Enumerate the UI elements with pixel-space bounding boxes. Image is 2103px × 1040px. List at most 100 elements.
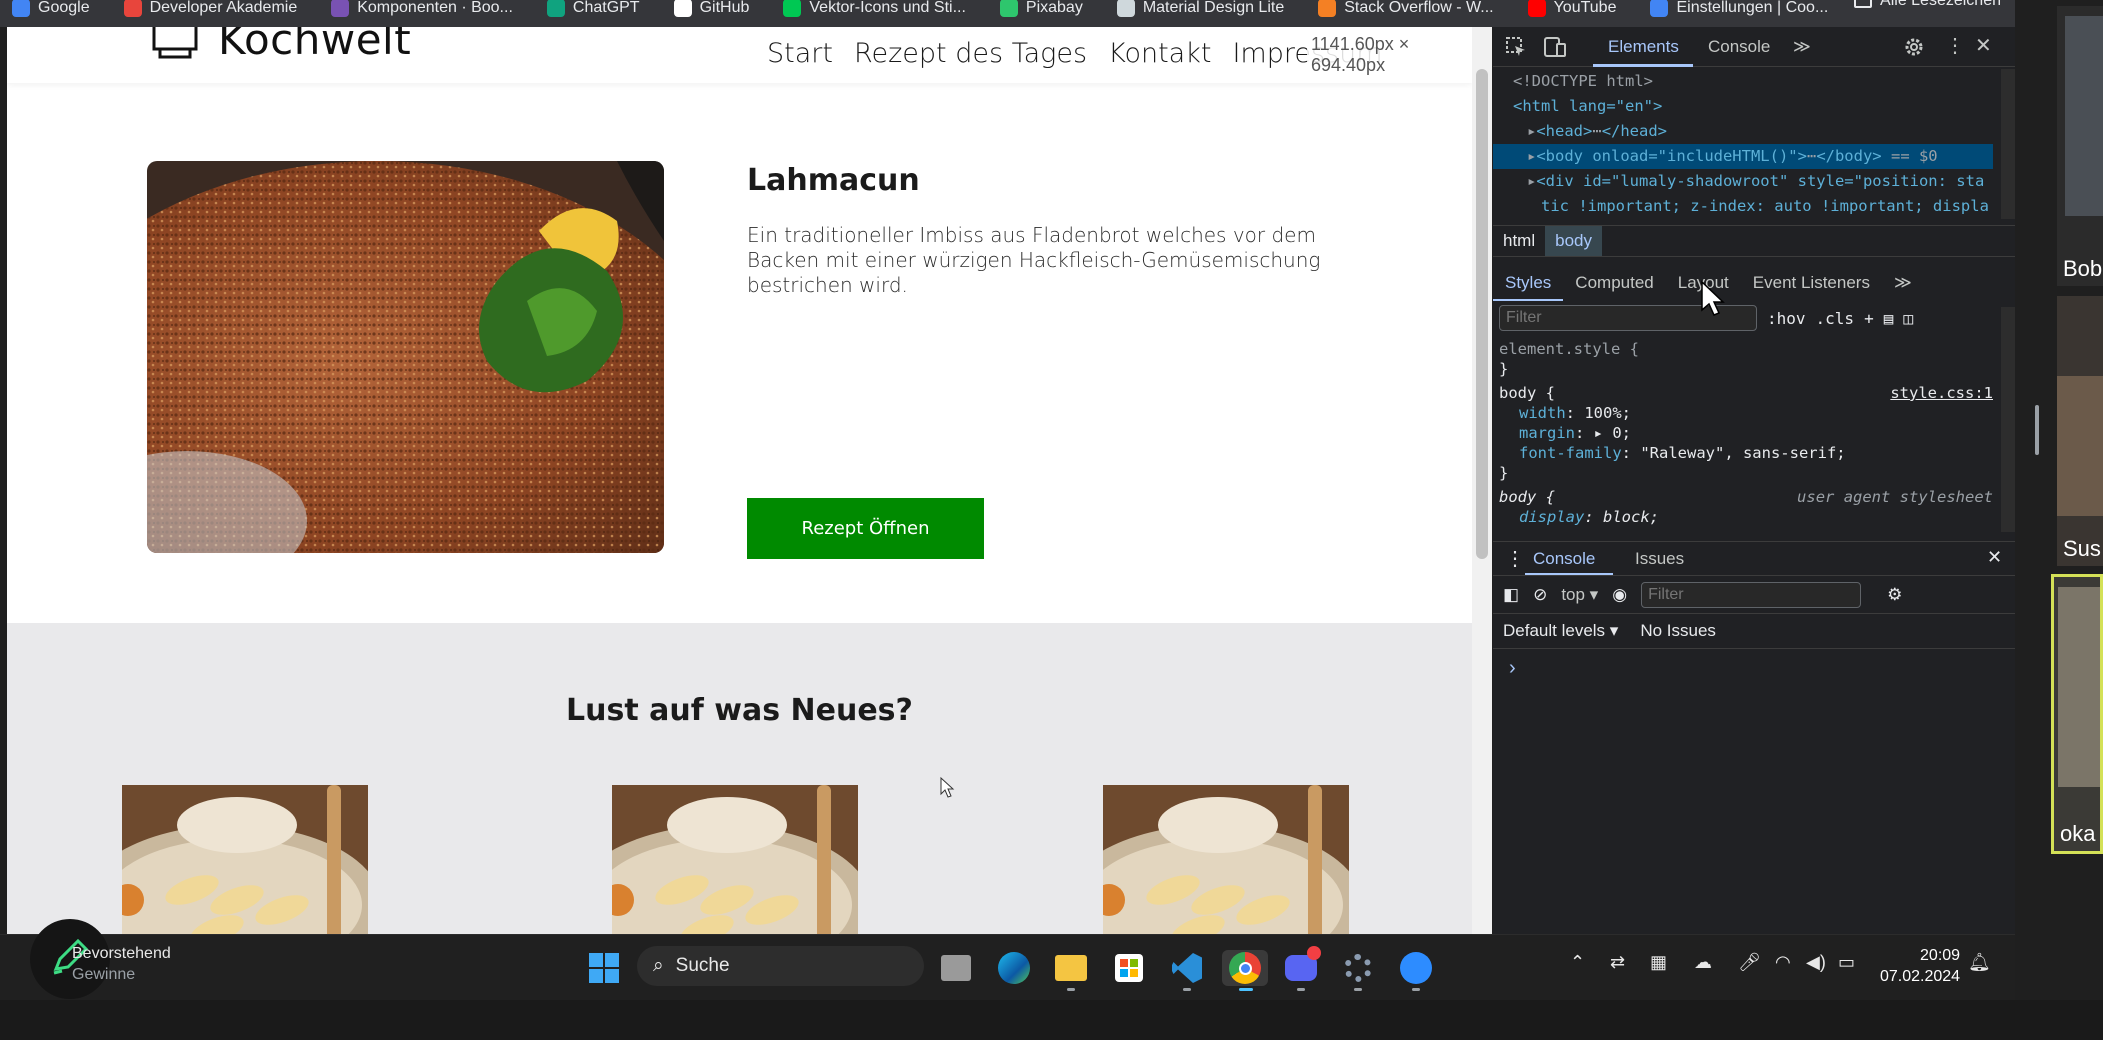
more-options-icon[interactable]: ⋮ <box>1945 33 1965 58</box>
expand-arrow-icon[interactable]: ▸ <box>1527 147 1536 165</box>
nav-rezept-des-tages[interactable]: Rezept des Tages <box>854 38 1087 69</box>
all-bookmarks-button[interactable]: Alle Lesezeichen <box>1854 0 2001 10</box>
dom-scrollbar[interactable] <box>2001 69 2015 219</box>
recipe-card-image[interactable] <box>122 785 368 934</box>
live-expression-eye-icon[interactable]: ◉ <box>1612 585 1627 605</box>
styles-scrollbar[interactable] <box>2001 307 2015 532</box>
wifi-icon[interactable]: ◠ <box>1775 952 1791 973</box>
dom-html[interactable]: <html lang="en"> <box>1493 94 1993 119</box>
tab-styles[interactable]: Styles <box>1493 265 1564 301</box>
microsoft-store-icon[interactable] <box>1111 950 1147 986</box>
vscode-icon[interactable] <box>1169 950 1205 991</box>
device-toolbar-icon[interactable] <box>1543 36 1567 58</box>
bookmark-item[interactable]: Stack Overflow - W... <box>1318 0 1494 17</box>
class-toggle[interactable]: .cls <box>1816 309 1855 328</box>
resize-handle[interactable] <box>2035 405 2039 455</box>
tab-computed[interactable]: Computed <box>1563 265 1665 301</box>
tray-overflow-chevron-icon[interactable]: ⌃ <box>1570 952 1585 973</box>
expand-arrow-icon[interactable]: ▸ <box>1527 122 1536 140</box>
discord-icon[interactable] <box>1283 946 1321 991</box>
bookmark-item[interactable]: Material Design Lite <box>1116 0 1284 17</box>
battery-icon[interactable]: ▭ <box>1838 952 1855 973</box>
chrome-icon[interactable] <box>1222 950 1268 991</box>
bookmark-item[interactable]: Pixabay <box>999 0 1083 17</box>
settings-gear-icon[interactable] <box>1903 36 1925 58</box>
tab-elements[interactable]: Elements <box>1608 37 1679 57</box>
console-settings-icon[interactable]: ⚙ <box>1887 585 1902 605</box>
bookmark-item[interactable]: Komponenten · Boo... <box>331 0 513 17</box>
console-filter-input[interactable] <box>1641 581 1862 608</box>
drawer-tab-issues[interactable]: Issues <box>1635 549 1684 569</box>
breadcrumb-body[interactable]: body <box>1545 226 1602 256</box>
paint-icon[interactable]: ▤ <box>1884 309 1894 328</box>
dom-head[interactable]: ▸<head>⋯</head> <box>1493 119 1993 144</box>
more-subtabs-icon[interactable]: ≫ <box>1882 265 1924 301</box>
tab-event-listeners[interactable]: Event Listeners <box>1741 265 1882 301</box>
recipe-card-image[interactable] <box>612 785 858 934</box>
issues-count: No Issues <box>1640 621 1716 640</box>
close-drawer-icon[interactable]: ✕ <box>1987 547 2002 568</box>
tab-console[interactable]: Console <box>1708 37 1770 57</box>
onedrive-icon[interactable]: ☁ <box>1694 952 1712 973</box>
dom-div-shadowroot[interactable]: ▸<div id="lumaly-shadowroot" style="posi… <box>1493 169 1993 194</box>
clear-console-icon[interactable]: ⊘ <box>1533 585 1547 605</box>
settings-app-icon[interactable] <box>1340 950 1376 991</box>
hover-state-toggle[interactable]: :hov <box>1767 309 1806 328</box>
file-explorer-icon[interactable] <box>1053 950 1089 991</box>
ua-rule[interactable]: body { user agent stylesheet <box>1499 487 1993 507</box>
toggle-sidebar-icon[interactable]: ◫ <box>1903 309 1913 328</box>
bookmark-item[interactable]: ChatGPT <box>546 0 640 17</box>
bookmark-item[interactable]: Google <box>12 0 90 17</box>
open-recipe-button[interactable]: Rezept Öffnen <box>747 498 984 559</box>
dom-doctype[interactable]: <!DOCTYPE html> <box>1493 69 1993 94</box>
zoom-icon[interactable] <box>1398 950 1434 991</box>
context-selector[interactable]: top ▾ <box>1561 585 1598 605</box>
head-tag: <head> <box>1536 122 1593 140</box>
page-scroll-thumb[interactable] <box>1476 69 1488 559</box>
nav-start[interactable]: Start <box>767 38 833 69</box>
microphone-icon[interactable]: 🎤︎ <box>1738 952 1761 973</box>
chef-hat-icon <box>152 27 198 59</box>
site-logo[interactable]: Kochwelt <box>218 27 411 64</box>
participant-tile[interactable]: Bob <box>2057 6 2103 286</box>
bookmark-item[interactable]: Developer Akademie <box>123 0 297 17</box>
recipe-card-image[interactable] <box>1103 785 1349 934</box>
more-tabs-icon[interactable]: ≫ <box>1793 37 1811 57</box>
rule-source-link[interactable]: style.css:1 <box>1890 383 1993 403</box>
bookmark-item[interactable]: Einstellungen | Coo... <box>1650 0 1828 17</box>
windows-start-icon[interactable] <box>588 952 620 984</box>
css-property[interactable]: width: 100%; <box>1499 403 1993 423</box>
add-rule-icon[interactable]: + <box>1864 309 1874 328</box>
participant-tile-active-speaker[interactable]: oka <box>2051 574 2103 854</box>
bookmark-item[interactable]: YouTube <box>1527 0 1616 17</box>
bookmark-item[interactable]: GitHub <box>673 0 749 17</box>
notification-bell-icon[interactable]: 🔔︎ <box>1968 952 1991 973</box>
tray-sliders-icon[interactable]: ⇄ <box>1610 952 1625 973</box>
ua-property: display: block; <box>1519 508 1659 526</box>
volume-icon[interactable]: ◀) <box>1806 952 1826 973</box>
page-scrollbar[interactable] <box>1472 27 1492 934</box>
drawer-menu-icon[interactable]: ⋮ <box>1505 546 1525 571</box>
element-style-rule[interactable]: element.style { <box>1499 339 1993 359</box>
css-property[interactable]: margin: ▸ 0; <box>1499 423 1993 443</box>
participant-tile[interactable]: Sus <box>2057 296 2103 566</box>
tray-app-icon[interactable]: ▦ <box>1650 952 1667 973</box>
css-property[interactable]: font-family: "Raleway", sans-serif; <box>1499 443 1993 463</box>
drawer-tab-console[interactable]: Console <box>1533 549 1595 569</box>
close-devtools-icon[interactable]: ✕ <box>1975 33 1992 58</box>
task-view-icon[interactable] <box>938 950 974 986</box>
sidebar-toggle-icon[interactable]: ◧ <box>1503 585 1519 605</box>
log-levels-dropdown[interactable]: Default levels ▾ <box>1503 621 1618 641</box>
body-rule[interactable]: body { style.css:1 <box>1499 383 1993 403</box>
taskbar-search[interactable]: ⌕ Suche <box>637 946 924 986</box>
breadcrumb-html[interactable]: html <box>1493 226 1545 256</box>
console-prompt[interactable]: › <box>1509 657 1516 680</box>
system-clock[interactable]: 20:09 07.02.2024 <box>1880 945 1960 987</box>
bookmark-item[interactable]: Vektor-Icons und Sti... <box>783 0 966 17</box>
lahmacun-image <box>147 161 664 553</box>
expand-arrow-icon[interactable]: ▸ <box>1527 172 1536 190</box>
edge-browser-icon[interactable] <box>996 950 1032 986</box>
dom-body-selected[interactable]: ▸<body onload="includeHTML()">⋯</body> =… <box>1493 144 1993 169</box>
inspect-element-icon[interactable] <box>1505 36 1527 58</box>
nav-kontakt[interactable]: Kontakt <box>1108 38 1211 69</box>
